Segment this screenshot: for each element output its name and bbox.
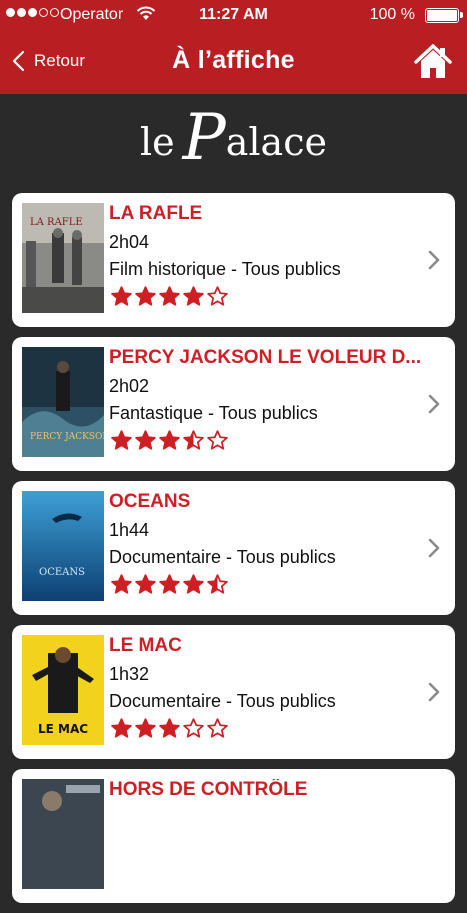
- movie-list: LA RAFLE LA RAFLE 2h04 Film historique -…: [12, 193, 455, 913]
- battery-percent: 100 %: [369, 6, 415, 23]
- chevron-right-icon: [428, 682, 440, 702]
- logo-le: le: [140, 120, 175, 164]
- movie-genre: Documentaire - Tous publics: [109, 547, 336, 567]
- star-full-icon: [111, 718, 132, 738]
- poster-title: OCEANS: [39, 567, 85, 578]
- battery-icon: [425, 8, 463, 23]
- star-full-icon: [135, 718, 156, 738]
- rating-stars: [110, 285, 229, 308]
- star-half-icon: [183, 430, 204, 450]
- star-empty-icon: [207, 430, 228, 450]
- logo-p: P: [182, 101, 226, 175]
- movie-title: OCEANS: [109, 491, 191, 512]
- movie-duration: 2h04: [109, 232, 150, 252]
- page-title: À l’affiche: [172, 46, 295, 74]
- movie-poster: LE MAC: [22, 635, 104, 745]
- chevron-right-icon: [428, 538, 440, 558]
- star-full-icon: [159, 286, 180, 306]
- star-full-icon: [159, 430, 180, 450]
- movie-duration: 1h32: [109, 664, 150, 684]
- movie-card[interactable]: HORS DE CONTRÔLE: [12, 769, 455, 903]
- star-full-icon: [159, 574, 180, 594]
- chevron-right-icon: [428, 394, 440, 414]
- movie-card[interactable]: LA RAFLE LA RAFLE 2h04 Film historique -…: [12, 193, 455, 327]
- movie-poster: LA RAFLE: [22, 203, 104, 313]
- movie-card[interactable]: OCEANS OCEANS 1h44 Documentaire - Tous p…: [12, 481, 455, 615]
- star-full-icon: [183, 286, 204, 306]
- movie-duration: 2h02: [109, 376, 150, 396]
- movie-genre: Film historique - Tous publics: [109, 259, 341, 279]
- star-full-icon: [111, 286, 132, 306]
- star-full-icon: [111, 574, 132, 594]
- poster-title: LA RAFLE: [30, 217, 83, 228]
- movie-card[interactable]: PERCY JACKSON PERCY JACKSON LE VOLEUR D.…: [12, 337, 455, 471]
- star-empty-icon: [207, 286, 228, 306]
- rating-stars: [110, 573, 229, 596]
- star-half-icon: [207, 574, 228, 594]
- star-full-icon: [135, 574, 156, 594]
- star-full-icon: [135, 286, 156, 306]
- poster-title: LE MAC: [38, 722, 88, 736]
- movie-genre: Documentaire - Tous publics: [109, 691, 336, 711]
- home-icon[interactable]: [413, 42, 453, 82]
- movie-title: PERCY JACKSON LE VOLEUR D...: [109, 347, 421, 368]
- logo-alace: alace: [225, 120, 327, 164]
- movie-genre: Fantastique - Tous publics: [109, 403, 318, 423]
- star-full-icon: [135, 430, 156, 450]
- movie-poster: [22, 779, 104, 889]
- movie-title: LE MAC: [109, 635, 182, 656]
- rating-stars: [110, 717, 229, 740]
- poster-title: PERCY JACKSON: [30, 432, 104, 442]
- star-full-icon: [159, 718, 180, 738]
- movie-duration: 1h44: [109, 520, 150, 540]
- movie-poster: OCEANS: [22, 491, 104, 601]
- navigation-bar: Retour À l’affiche: [0, 30, 467, 94]
- movie-title: LA RAFLE: [109, 203, 203, 224]
- rating-stars: [110, 429, 229, 452]
- movie-poster: PERCY JACKSON: [22, 347, 104, 457]
- status-bar: Operator 11:27 AM 100 %: [0, 0, 467, 30]
- star-full-icon: [111, 430, 132, 450]
- star-empty-icon: [207, 718, 228, 738]
- chevron-right-icon: [428, 250, 440, 270]
- cinema-logo: le Palace: [0, 106, 467, 172]
- movie-card[interactable]: LE MAC LE MAC 1h32 Documentaire - Tous p…: [12, 625, 455, 759]
- movie-title: HORS DE CONTRÔLE: [109, 779, 308, 800]
- star-empty-icon: [183, 718, 204, 738]
- star-full-icon: [183, 574, 204, 594]
